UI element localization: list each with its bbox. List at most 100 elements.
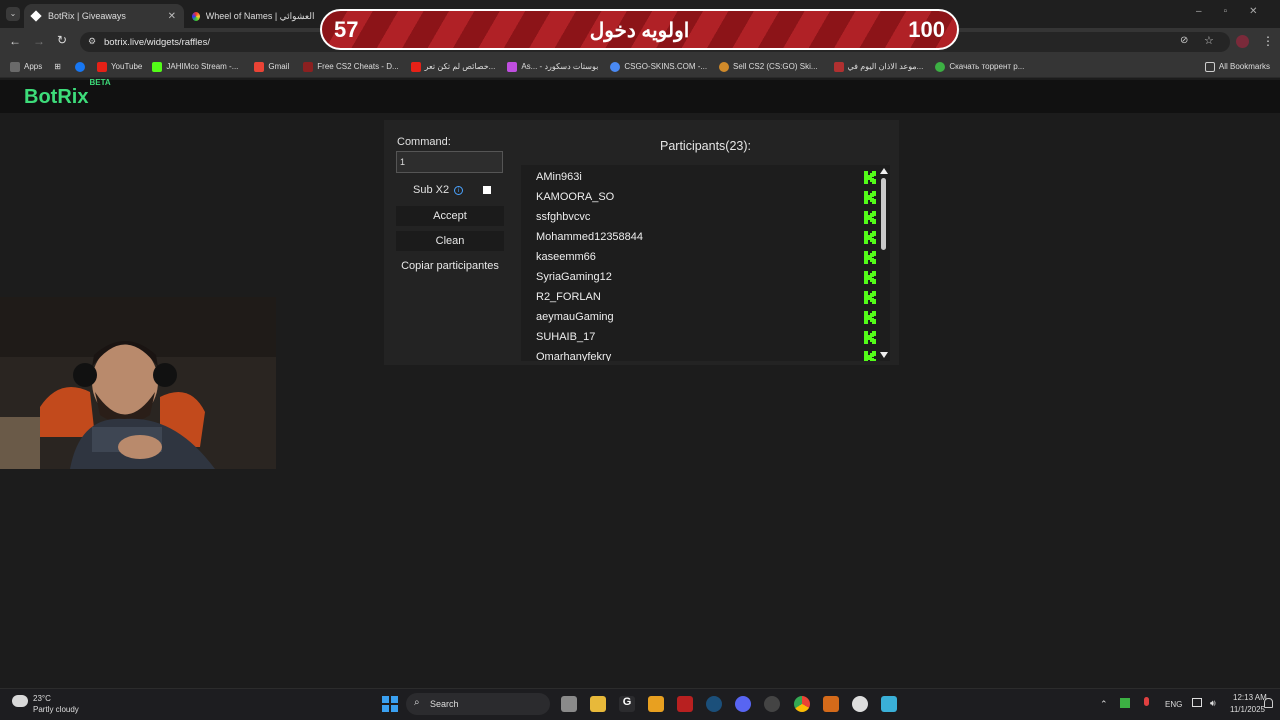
minimize-icon[interactable]: – xyxy=(1196,6,1224,17)
list-item: SUHAIB_17 xyxy=(536,327,876,347)
list-item: ssfghbvcvc xyxy=(536,207,876,227)
list-item: aeymauGaming xyxy=(536,307,876,327)
bookmark-prayer-times[interactable]: موعد الاذان اليوم في... xyxy=(833,61,923,72)
star-icon[interactable]: ☆ xyxy=(1204,34,1214,47)
back-icon[interactable]: ← xyxy=(9,34,21,48)
kick-icon xyxy=(864,211,877,224)
facebook-icon xyxy=(74,61,85,72)
steam-icon[interactable] xyxy=(706,696,722,712)
bookmark-discord-posts[interactable]: As... - بوستات دسكورد xyxy=(507,61,598,72)
forward-icon[interactable]: → xyxy=(33,34,45,48)
bookmark-csgo-skins[interactable]: CSGO-SKINS.COM -... xyxy=(610,61,707,72)
participants-list[interactable]: AMin963i KAMOORA_SO ssfghbvcvc Mohammed1… xyxy=(521,165,890,361)
tab-list-button[interactable]: ⌄ xyxy=(6,7,20,21)
sub-x2-checkbox[interactable] xyxy=(483,186,491,194)
webcam-feed xyxy=(0,297,276,469)
bookmark-sell-cs2[interactable]: Sell CS2 (CS:GO) Ski... xyxy=(719,61,818,72)
list-item: kaseemm66 xyxy=(536,247,876,267)
folder-icon xyxy=(1204,61,1215,72)
kick-icon xyxy=(864,171,877,184)
start-icon[interactable] xyxy=(382,696,398,712)
bookmark-youtube[interactable]: YouTube xyxy=(96,61,142,72)
list-item: R2_FORLAN xyxy=(536,287,876,307)
bookmark-cs2-cheats[interactable]: Free CS2 Cheats - D... xyxy=(303,61,399,72)
participants-scrollbar[interactable] xyxy=(880,168,888,358)
bookmark-apps[interactable]: Apps xyxy=(10,61,42,72)
tab-title: BotRix | Giveaways xyxy=(48,11,126,21)
microphone-icon[interactable] xyxy=(1144,697,1149,706)
task-view-icon[interactable] xyxy=(561,696,577,712)
profile-avatar[interactable] xyxy=(1236,35,1249,48)
bookmark-torrent[interactable]: Скачать торрент р... xyxy=(935,61,1024,72)
settings-icon[interactable] xyxy=(852,696,868,712)
apps-grid-icon xyxy=(10,61,20,72)
streamer-webcam-image xyxy=(0,297,276,469)
wheel-favicon-icon xyxy=(192,11,200,21)
clock-date[interactable]: 11/1/2025 xyxy=(1230,705,1265,714)
language-indicator[interactable]: ENG xyxy=(1165,700,1182,709)
bookmark-grid[interactable]: ⊞ xyxy=(54,62,61,71)
beta-badge: BETA xyxy=(89,78,111,88)
torrent-icon xyxy=(935,61,946,72)
banner-right-number: 100 xyxy=(908,17,945,42)
close-icon[interactable]: ✕ xyxy=(168,11,176,22)
bookmark-facebook[interactable] xyxy=(74,61,89,72)
windows-taskbar xyxy=(0,688,1280,720)
eye-off-icon[interactable]: ⊘ xyxy=(1180,35,1188,46)
notification-icon[interactable] xyxy=(1264,698,1273,708)
scroll-down-icon[interactable] xyxy=(880,352,888,358)
discord-icon[interactable] xyxy=(735,696,751,712)
scroll-up-icon[interactable] xyxy=(880,168,888,174)
file-explorer-icon[interactable] xyxy=(590,696,606,712)
network-icon[interactable] xyxy=(1192,698,1202,707)
maximize-icon[interactable]: ▫ xyxy=(1224,6,1250,17)
kick-icon xyxy=(864,231,877,244)
youtube-icon xyxy=(96,61,107,72)
chevron-up-icon[interactable]: ⌃ xyxy=(1100,699,1108,710)
command-label: Command: xyxy=(397,136,451,148)
window-controls: –▫✕ xyxy=(1196,6,1280,17)
command-input[interactable]: 1 xyxy=(396,151,503,173)
tab-botrix[interactable]: BotRix | Giveaways ✕ xyxy=(24,4,184,28)
chrome-icon[interactable] xyxy=(794,696,810,712)
info-icon[interactable]: i xyxy=(454,185,464,195)
list-item: Omarhanyfekry xyxy=(536,347,876,361)
search-icon: ⌕ xyxy=(414,697,420,708)
menu-icon[interactable]: ⋮ xyxy=(1262,34,1274,48)
red-app-icon[interactable] xyxy=(677,696,693,712)
bookmark-jahimco[interactable]: JAHIMco Stream -... xyxy=(152,61,238,72)
obs-icon[interactable] xyxy=(764,696,780,712)
bookmarks-bar: Apps ⊞ YouTube JAHIMco Stream -... Gmail… xyxy=(0,56,1280,78)
close-window-icon[interactable]: ✕ xyxy=(1249,6,1279,17)
taskbar-search[interactable]: ⌕ Search xyxy=(406,693,550,715)
g-app-icon[interactable]: G xyxy=(619,696,635,712)
botrix-favicon-icon xyxy=(30,10,42,22)
weather-temperature[interactable]: 23°C xyxy=(33,694,51,703)
kick-icon xyxy=(864,271,877,284)
list-item: AMin963i xyxy=(536,167,876,187)
accept-button[interactable]: Accept xyxy=(396,206,504,226)
clean-button[interactable]: Clean xyxy=(396,231,504,251)
reload-icon[interactable]: ↻ xyxy=(57,33,67,47)
site-info-icon[interactable]: ⚙ xyxy=(88,36,96,47)
bookmark-youtube-arabic[interactable]: خصائص لم تكن تعر... xyxy=(410,61,495,72)
tab-wheel-of-names[interactable]: Wheel of Names | اسم العشوائي xyxy=(184,4,324,28)
youtube-icon xyxy=(410,61,421,72)
priority-entry-banner: 57 اولويه دخول 100 xyxy=(320,9,959,50)
copy-participants-button[interactable]: Copiar participantes xyxy=(396,256,504,276)
notepad-icon[interactable] xyxy=(881,696,897,712)
app-orange-icon[interactable] xyxy=(823,696,839,712)
kick-icon xyxy=(864,311,877,324)
streamlabs-icon[interactable] xyxy=(648,696,664,712)
volume-icon[interactable]: 🔊︎ xyxy=(1210,698,1216,709)
bookmark-gmail[interactable]: Gmail xyxy=(254,61,289,72)
tab-title: Wheel of Names | اسم العشوائي xyxy=(205,10,316,21)
weather-icon[interactable] xyxy=(12,695,28,707)
weather-condition[interactable]: Partly cloudy xyxy=(33,705,79,714)
app-header xyxy=(0,80,1280,113)
tray-app-icon[interactable] xyxy=(1120,698,1130,708)
clock-time[interactable]: 12:13 AM xyxy=(1233,693,1267,702)
scroll-thumb[interactable] xyxy=(881,178,886,250)
botrix-logo[interactable]: BotRixBETA xyxy=(24,78,111,109)
bookmark-all[interactable]: All Bookmarks xyxy=(1204,61,1270,72)
